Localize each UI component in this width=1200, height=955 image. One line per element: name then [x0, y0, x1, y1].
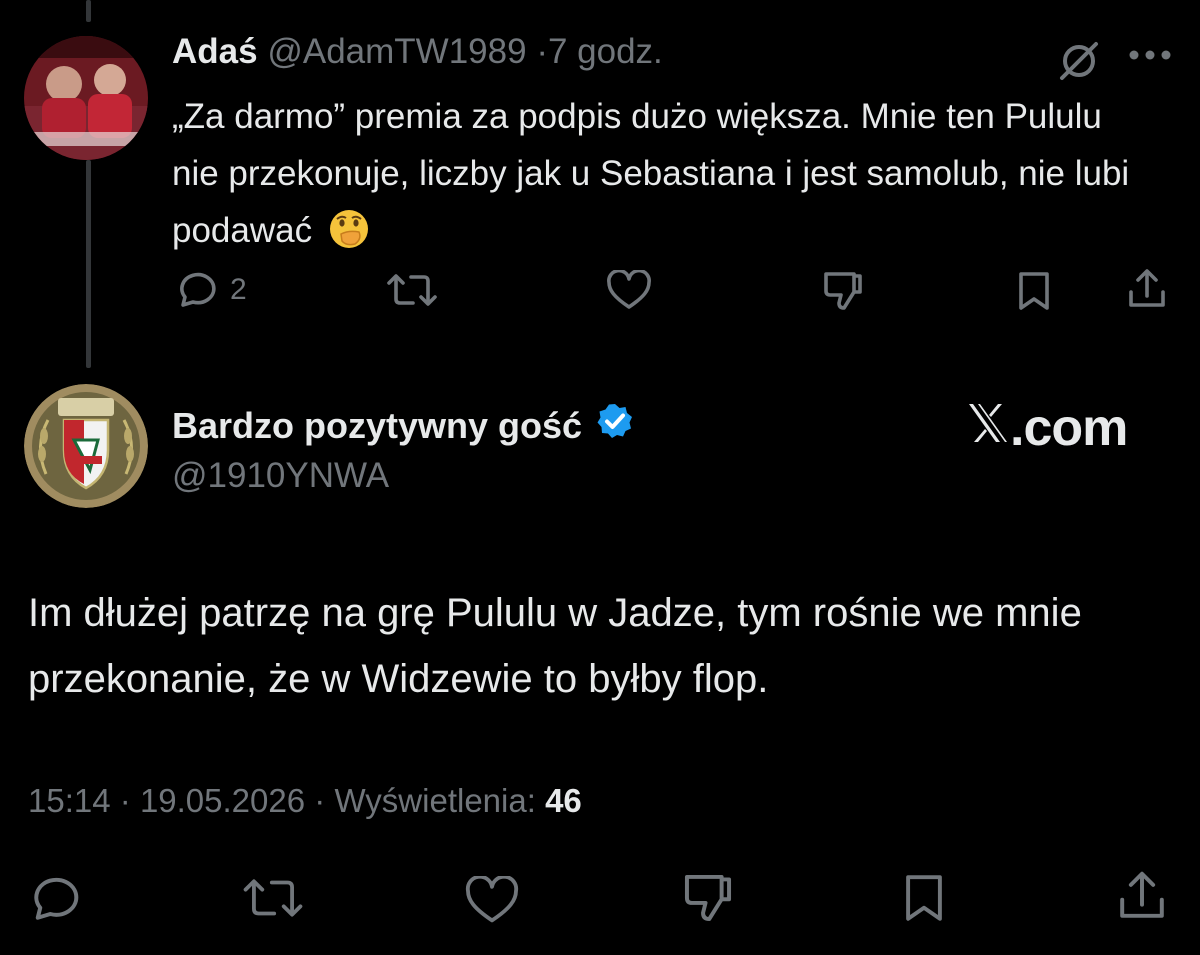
dislike-icon [822, 270, 864, 312]
reply-share-button[interactable] [1126, 268, 1168, 310]
reply-text: „Za darmo” premia za podpis dużo większa… [172, 88, 1132, 267]
main-handle[interactable]: @1910YNWA [172, 456, 389, 496]
reply-header: Adaś @AdamTW1989 ·7 godz. [172, 32, 663, 72]
main-meta: 15:14 · 19.05.2026 · Wyświetlenia: 46 [28, 782, 582, 820]
meta-separator-2: · [314, 782, 326, 819]
main-retweet-button[interactable] [242, 876, 304, 920]
reply-like-button[interactable] [606, 270, 652, 310]
share-icon [1126, 268, 1168, 310]
retweet-icon [242, 876, 304, 920]
tweet-date[interactable]: 19.05.2026 [140, 782, 305, 819]
share-icon [1116, 870, 1168, 922]
main-display-name[interactable]: Bardzo pozytywny gość [172, 405, 582, 447]
reply-dislike-button[interactable] [822, 270, 864, 312]
xcom-watermark: .com [966, 398, 1128, 458]
main-share-button[interactable] [1116, 870, 1168, 922]
reply-text-body: „Za darmo” premia za podpis dużo większa… [172, 97, 1130, 250]
main-reply-button[interactable] [26, 874, 82, 924]
main-avatar[interactable] [24, 384, 148, 508]
reply-separator: · [536, 32, 548, 71]
main-dislike-button[interactable] [682, 872, 734, 924]
reply-reply-button[interactable]: 2 [174, 270, 247, 310]
reply-count: 2 [230, 273, 247, 306]
reply-icon [26, 874, 82, 924]
more-icon[interactable] [1128, 48, 1172, 67]
main-display-name-row: Bardzo pozytywny gość [172, 402, 634, 449]
thread-line-top [86, 0, 91, 22]
like-icon [606, 270, 652, 310]
bookmark-icon [1016, 270, 1052, 312]
meta-separator-1: · [119, 782, 131, 819]
thread-line [86, 160, 91, 368]
x-logo-icon [966, 398, 1010, 458]
reply-bookmark-button[interactable] [1016, 270, 1052, 312]
reply-handle[interactable]: @AdamTW1989 [267, 32, 526, 71]
reply-time[interactable]: 7 godz. [548, 32, 663, 71]
reply-icon [174, 270, 218, 310]
reply-display-name[interactable]: Adaś [172, 32, 258, 71]
reply-retweet-button[interactable] [386, 272, 438, 308]
bookmark-icon [902, 872, 946, 924]
like-icon [464, 876, 520, 924]
verified-badge-icon[interactable] [596, 402, 634, 449]
grok-icon[interactable] [1056, 38, 1102, 89]
face-with-hand-over-mouth-emoji [328, 208, 370, 267]
main-bookmark-button[interactable] [902, 872, 946, 924]
main-tweet-text: Im dłużej patrzę na grę Pululu w Jadze, … [28, 591, 1082, 701]
xcom-text: .com [1010, 399, 1128, 457]
retweet-icon [386, 272, 438, 308]
reply-avatar[interactable] [24, 36, 148, 160]
views-label: Wyświetlenia: [334, 782, 536, 819]
main-like-button[interactable] [464, 876, 520, 924]
views-count: 46 [545, 782, 582, 819]
tweet-time[interactable]: 15:14 [28, 782, 111, 819]
dislike-icon [682, 872, 734, 924]
